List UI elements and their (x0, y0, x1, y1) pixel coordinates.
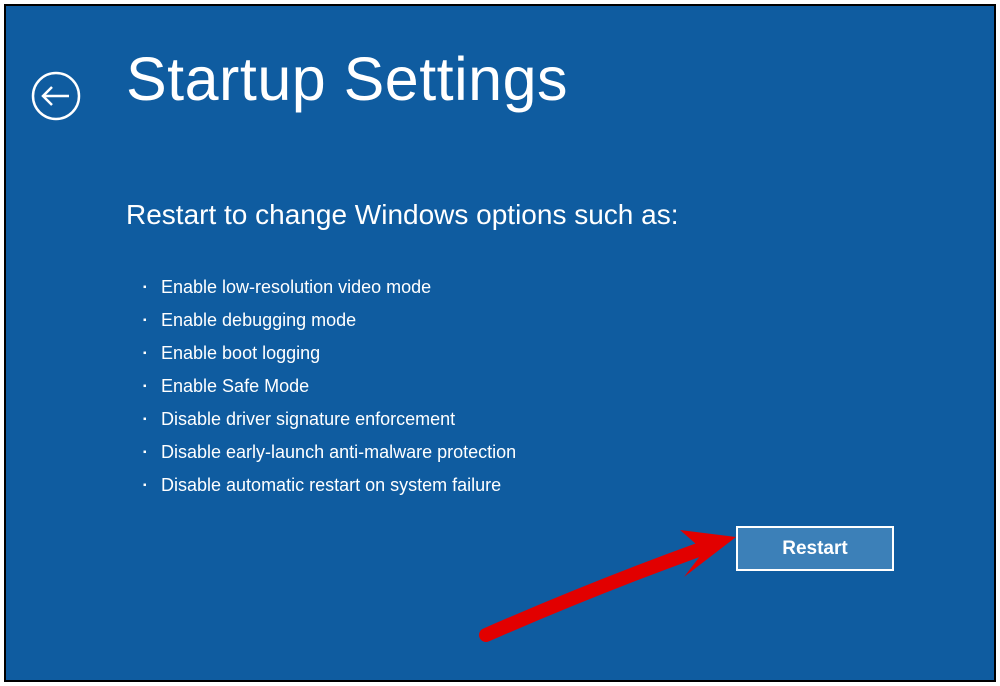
back-arrow-icon (31, 71, 81, 121)
subheading: Restart to change Windows options such a… (126, 199, 679, 231)
restart-button[interactable]: Restart (736, 526, 894, 571)
option-item: Disable driver signature enforcement (143, 403, 516, 436)
page-title: Startup Settings (126, 44, 568, 114)
option-item: Disable automatic restart on system fail… (143, 469, 516, 502)
options-list: Enable low-resolution video mode Enable … (143, 271, 516, 502)
option-item: Enable low-resolution video mode (143, 271, 516, 304)
option-item: Enable debugging mode (143, 304, 516, 337)
option-item: Disable early-launch anti-malware protec… (143, 436, 516, 469)
option-item: Enable boot logging (143, 337, 516, 370)
arrow-annotation-icon (466, 527, 756, 647)
recovery-frame: Startup Settings Restart to change Windo… (4, 4, 996, 682)
back-button[interactable] (31, 71, 81, 121)
option-item: Enable Safe Mode (143, 370, 516, 403)
